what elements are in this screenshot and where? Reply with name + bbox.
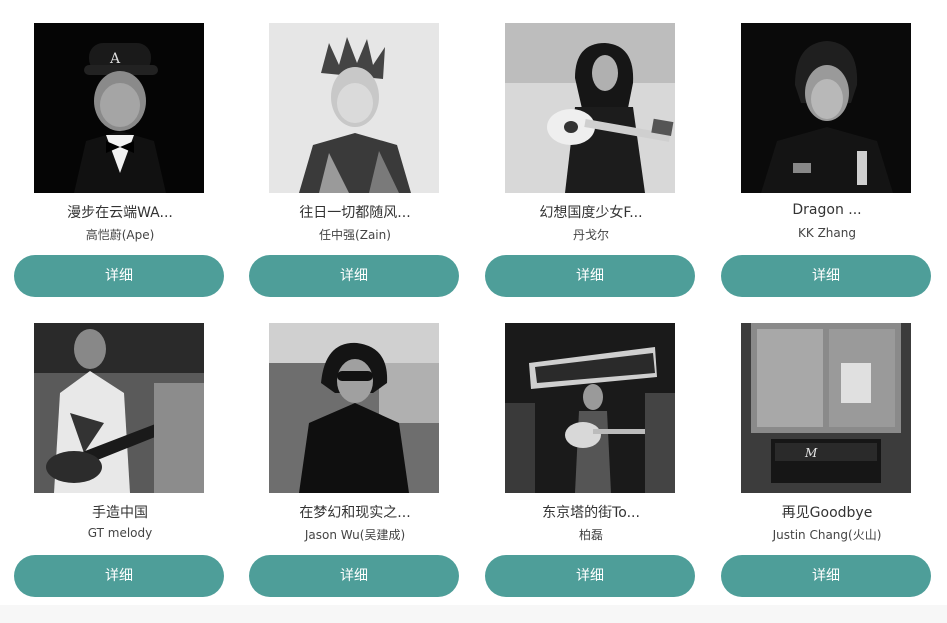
album-title: Dragon ... [792,202,862,218]
album-cover-image[interactable] [505,23,675,193]
album-artist: Justin Chang(火山) [772,528,882,542]
album-artist: GT melody [87,526,153,540]
album-cover-image[interactable]: A [34,23,204,193]
album-card: Dragon ... KK Zhang 详细 [721,0,933,297]
album-artist: 高恺蔚(Ape) [85,228,155,242]
album-title: 再见Goodbye [781,505,873,521]
album-cover-image[interactable] [269,323,439,493]
album-card: 往日一切都随风... 任中强(Zain) 详细 [249,0,461,297]
detail-button[interactable]: 详细 [485,255,695,297]
album-artist: 任中强(Zain) [319,228,391,242]
detail-button[interactable]: 详细 [249,555,459,597]
detail-button[interactable]: 详细 [721,255,931,297]
album-title: 东京塔的街To... [542,505,640,521]
album-card: 幻想国度少女F... 丹戈尔 详细 [485,0,697,297]
album-artist: Jason Wu(吴建成) [304,528,406,542]
album-title: 漫步在云端WA... [67,205,173,221]
album-cover-image[interactable] [34,323,204,493]
album-artist: KK Zhang [798,226,856,240]
album-artist: 柏磊 [578,528,603,542]
album-title: 幻想国度少女F... [539,205,643,221]
album-cover-image[interactable] [741,23,911,193]
album-card: A 漫步在云端WA... 高恺蔚(Ape) 详细 [14,0,226,297]
album-card: M 再见Goodbye Justin Chang(火山) 详细 [721,300,933,597]
album-cover-image[interactable]: M [741,323,911,493]
album-card: 在梦幻和现实之... Jason Wu(吴建成) 详细 [249,300,461,597]
album-title: 往日一切都随风... [299,205,411,221]
album-grid: A 漫步在云端WA... 高恺蔚(Ape) 详细 往日一切都随风... 任中强(… [0,0,947,623]
album-card: 手造中国 GT melody 详细 [14,300,226,597]
album-title: 手造中国 [92,505,148,521]
svg-text:M: M [804,446,818,460]
album-cover-image[interactable] [505,323,675,493]
album-artist: 丹戈尔 [572,228,609,242]
detail-button[interactable]: 详细 [485,555,695,597]
detail-button[interactable]: 详细 [249,255,459,297]
album-card: 东京塔的街To... 柏磊 详细 [485,300,697,597]
detail-button[interactable]: 详细 [14,555,224,597]
album-cover-image[interactable] [269,23,439,193]
page-bottom-divider [0,605,947,623]
detail-button[interactable]: 详细 [14,255,224,297]
svg-text:A: A [109,51,121,67]
album-title: 在梦幻和现实之... [299,505,411,521]
detail-button[interactable]: 详细 [721,555,931,597]
